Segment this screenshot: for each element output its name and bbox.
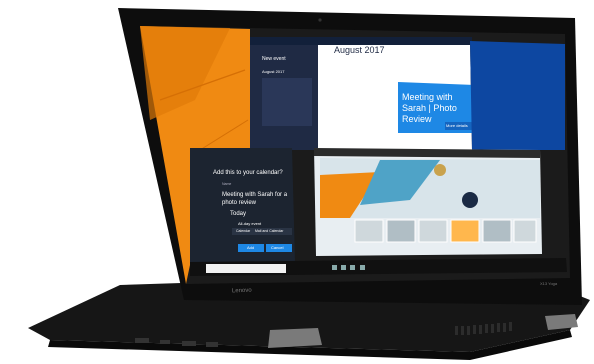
webcam (318, 18, 322, 22)
cortana-all-day[interactable]: All-day event (238, 222, 261, 226)
photo-object (462, 192, 478, 208)
filmstrip[interactable] (354, 219, 537, 243)
taskbar-search[interactable] (206, 264, 286, 273)
calendar-header: August 2017 (334, 45, 385, 55)
calendar-titlebar (250, 37, 472, 45)
mini-month-label: August 2017 (262, 69, 285, 74)
brand-logo: Lenovo (231, 287, 252, 295)
model-badge: X13 Yoga (540, 281, 558, 286)
usb-port-2 (206, 342, 218, 347)
usb-port (135, 338, 149, 343)
cortana-day-value[interactable]: Today (230, 211, 246, 217)
event-title: Meeting with Sarah | Photo Review (402, 92, 457, 124)
cortana-calendar-value: Mail and Calendar (255, 229, 284, 233)
cortana-title-value[interactable]: Meeting with Sarah for a photo review (222, 191, 290, 207)
hinge-left (268, 328, 322, 348)
cortana-calendar-label: Calendar (236, 229, 251, 233)
event-details-label[interactable]: More details (446, 124, 468, 128)
photo-object-2 (434, 164, 446, 176)
hdmi-port (182, 341, 196, 346)
desktop-right (470, 41, 565, 150)
thunderbolt-port (160, 340, 170, 344)
cortana-cancel-label[interactable]: Cancel (271, 246, 283, 250)
cortana-prompt: Add this to your calendar? (213, 170, 283, 176)
new-event-button[interactable]: New event (262, 57, 286, 62)
cortana-add-label[interactable]: Add (247, 246, 254, 250)
cortana-name-label: Name (222, 182, 232, 186)
mini-calendar (262, 78, 312, 126)
hinge-right (545, 314, 578, 330)
laptop-photo (28, 8, 590, 360)
